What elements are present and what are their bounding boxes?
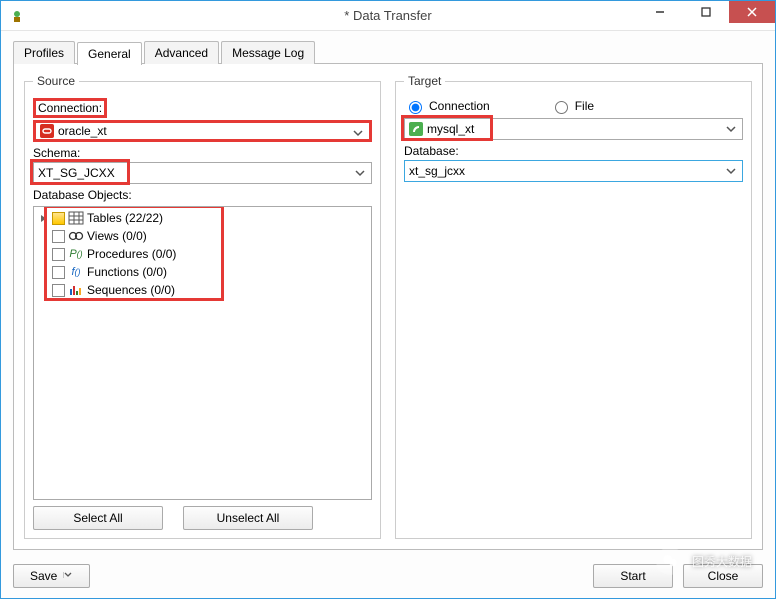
checkbox-functions[interactable] — [52, 266, 65, 279]
tab-advanced[interactable]: Advanced — [144, 41, 219, 64]
minimize-button[interactable] — [637, 1, 683, 23]
target-database-value: xt_sg_jcxx — [409, 164, 465, 178]
window-controls — [637, 1, 775, 23]
checkbox-tables[interactable] — [52, 212, 65, 225]
checkbox-sequences[interactable] — [52, 284, 65, 297]
watermark-text: 图秀大数据 — [692, 553, 752, 570]
tree-label-tables: Tables (22/22) — [87, 211, 163, 225]
chevron-down-icon — [63, 569, 73, 583]
checkbox-procedures[interactable] — [52, 248, 65, 261]
source-column: Source Connection: oracle_xt Schema: XT_… — [24, 74, 381, 539]
tree-label-sequences: Sequences (0/0) — [87, 283, 175, 297]
procedures-icon: P() — [68, 247, 84, 261]
target-group: Target Connection File mysql_xt Databas — [395, 74, 752, 539]
target-spacer — [404, 182, 743, 530]
radio-file-input[interactable] — [555, 101, 568, 114]
source-connection-label: Connection: — [33, 98, 107, 118]
save-button[interactable]: Save — [13, 564, 90, 588]
tree-node-views[interactable]: Views (0/0) — [38, 227, 367, 245]
sequences-icon — [68, 283, 84, 297]
source-connection-value: oracle_xt — [58, 124, 107, 138]
target-database-label: Database: — [404, 144, 743, 158]
mysql-icon — [409, 122, 423, 136]
db-objects-label: Database Objects: — [33, 188, 372, 202]
chevron-down-icon — [351, 126, 365, 143]
oracle-icon — [40, 124, 54, 138]
tree-node-functions[interactable]: f() Functions (0/0) — [38, 263, 367, 281]
source-group: Source Connection: oracle_xt Schema: XT_… — [24, 74, 381, 539]
source-buttons: Select All Unselect All — [33, 506, 372, 530]
checkbox-views[interactable] — [52, 230, 65, 243]
source-schema-label: Schema: — [33, 146, 372, 160]
watermark: 图秀大数据 — [656, 547, 752, 575]
tree-label-views: Views (0/0) — [87, 229, 147, 243]
tree-label-functions: Functions (0/0) — [87, 265, 167, 279]
views-icon — [68, 229, 84, 243]
target-database-combo[interactable]: xt_sg_jcxx — [404, 160, 743, 182]
chevron-down-icon — [724, 122, 738, 139]
functions-icon: f() — [68, 265, 84, 279]
tab-general[interactable]: General — [77, 42, 142, 65]
unselect-all-button[interactable]: Unselect All — [183, 506, 313, 530]
source-legend: Source — [33, 74, 79, 88]
source-schema-value: XT_SG_JCXX — [38, 166, 115, 180]
tab-panel-general: Source Connection: oracle_xt Schema: XT_… — [13, 63, 763, 550]
radio-file-label: File — [575, 99, 594, 113]
wechat-icon — [656, 547, 684, 575]
maximize-button[interactable] — [683, 1, 729, 23]
expand-icon[interactable] — [38, 213, 49, 224]
chevron-down-icon — [724, 164, 738, 181]
radio-connection-input[interactable] — [409, 101, 422, 114]
close-button[interactable] — [729, 1, 775, 23]
radio-connection-label: Connection — [429, 99, 490, 113]
db-objects-tree[interactable]: Tables (22/22) Views (0/0) P() Procedure… — [33, 206, 372, 500]
source-connection-combo[interactable]: oracle_xt — [33, 120, 372, 142]
target-legend: Target — [404, 74, 445, 88]
target-column: Target Connection File mysql_xt Databas — [395, 74, 752, 539]
tab-message-log[interactable]: Message Log — [221, 41, 315, 64]
tab-strip: Profiles General Advanced Message Log — [13, 41, 763, 64]
radio-connection[interactable]: Connection — [404, 98, 490, 114]
target-connection-value: mysql_xt — [427, 122, 474, 136]
tree-node-tables[interactable]: Tables (22/22) — [38, 209, 367, 227]
app-icon — [9, 8, 25, 24]
target-connection-combo[interactable]: mysql_xt — [404, 118, 743, 140]
window-root: * Data Transfer Profiles General Advance… — [0, 0, 776, 599]
tab-profiles[interactable]: Profiles — [13, 41, 75, 64]
titlebar: * Data Transfer — [1, 1, 775, 31]
client-area: Profiles General Advanced Message Log So… — [1, 31, 775, 558]
chevron-down-icon — [353, 166, 367, 183]
tree-node-procedures[interactable]: P() Procedures (0/0) — [38, 245, 367, 263]
table-icon — [68, 211, 84, 225]
target-mode-radios: Connection File — [404, 98, 743, 114]
source-schema-combo[interactable]: XT_SG_JCXX — [33, 162, 372, 184]
radio-file[interactable]: File — [550, 98, 594, 114]
select-all-button[interactable]: Select All — [33, 506, 163, 530]
tree-node-sequences[interactable]: Sequences (0/0) — [38, 281, 367, 299]
save-label: Save — [30, 569, 57, 583]
tree-label-procedures: Procedures (0/0) — [87, 247, 176, 261]
